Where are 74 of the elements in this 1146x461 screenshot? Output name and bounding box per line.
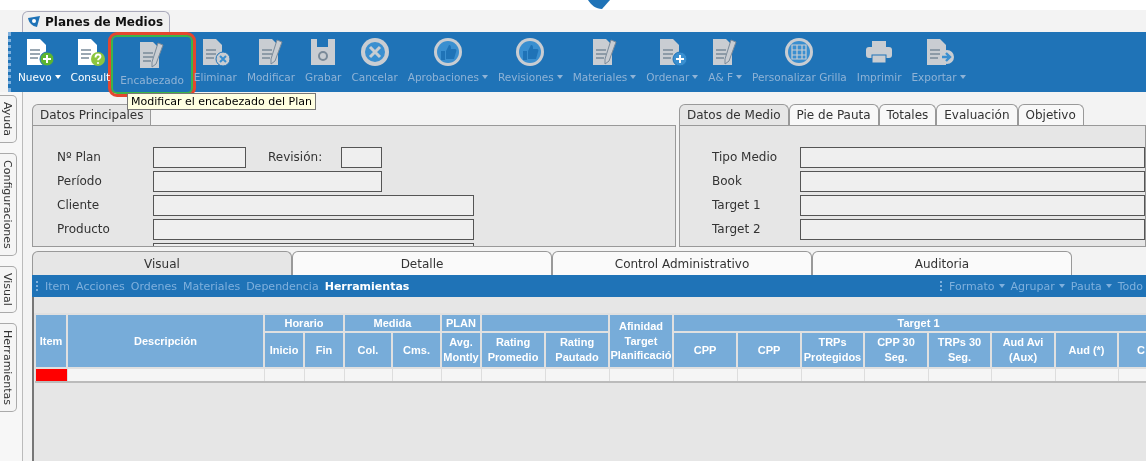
column-header[interactable]: Rating Promedio <box>481 332 545 368</box>
text-field[interactable] <box>153 218 474 240</box>
column-header[interactable]: CPP <box>673 332 737 368</box>
column-header[interactable]: Item <box>35 314 67 368</box>
column-group-header: Target 1 <box>673 314 1146 332</box>
menu-item[interactable]: Todo <box>1114 279 1146 293</box>
text-field[interactable] <box>153 170 382 192</box>
document-tab[interactable]: Planes de Medios <box>22 11 171 32</box>
column-header[interactable]: TRPs Protegidos <box>801 332 864 368</box>
menu-item[interactable]: Ordenes <box>127 279 180 293</box>
menu-item[interactable]: Acciones <box>73 279 128 293</box>
menu-item[interactable]: Formato <box>946 279 1008 293</box>
toolbar-button[interactable]: Nuevo <box>15 32 64 83</box>
column-header[interactable]: Inicio <box>264 332 304 368</box>
side-tab[interactable]: Configuraciones <box>0 153 17 256</box>
app-logo-icon <box>27 15 41 29</box>
column-header[interactable]: CPP <box>737 332 801 368</box>
tab[interactable]: Pie de Pauta <box>788 104 879 125</box>
column-header[interactable]: Aud Avi (Aux) <box>991 332 1055 368</box>
tab[interactable]: Evaluación <box>936 104 1018 125</box>
field-label: Cliente <box>56 198 101 212</box>
side-tab[interactable]: Visual <box>0 265 17 313</box>
menu-item[interactable]: Item <box>42 279 74 293</box>
logo-icon <box>588 0 610 9</box>
menu-item[interactable]: Materiales <box>179 279 244 293</box>
side-tab[interactable]: Herramientas <box>0 322 17 412</box>
thumbs-up-icon <box>431 36 464 68</box>
side-tab[interactable]: Ayuda <box>0 95 17 143</box>
field-label: Producto <box>56 222 111 236</box>
column-group-header: Horario <box>264 314 344 332</box>
field-label: Target 1 <box>711 198 762 212</box>
text-field[interactable] <box>153 146 246 168</box>
column-header[interactable]: Descripción <box>67 314 264 368</box>
column-header[interactable]: CPP 30 Seg. <box>864 332 928 368</box>
grid-icon <box>783 36 816 68</box>
field-label: Tipo Medio <box>711 150 779 164</box>
tab[interactable]: Objetivo <box>1017 104 1084 125</box>
menu-item[interactable]: Herramientas <box>321 279 413 293</box>
tab[interactable]: Datos de Medio <box>679 104 789 125</box>
tab[interactable]: Visual <box>32 251 292 275</box>
tab[interactable]: Auditoria <box>812 251 1072 275</box>
text-field[interactable] <box>153 194 474 216</box>
column-header[interactable]: Col. <box>344 332 392 368</box>
field-label: Período <box>56 174 103 188</box>
text-field[interactable] <box>800 146 1145 168</box>
text-field[interactable] <box>800 218 1145 240</box>
tab[interactable]: Control Administrativo <box>552 251 812 275</box>
text-field[interactable] <box>800 194 1145 216</box>
field-label: Revisión: <box>268 150 323 164</box>
document-tab-title: Planes de Medios <box>45 15 164 29</box>
grip-icon <box>940 281 943 291</box>
menu-item[interactable]: Agrupar <box>1007 279 1068 293</box>
column-group-header: Medida <box>344 314 441 332</box>
text-field[interactable] <box>341 146 383 168</box>
column-header[interactable]: TRPs 30 Seg. <box>928 332 991 368</box>
column-header[interactable]: Avg. Montly <box>441 332 481 368</box>
field-label: Target 2 <box>711 222 762 236</box>
thumbs-up-icon <box>514 36 547 68</box>
tab[interactable]: Totales <box>878 104 937 125</box>
text-field[interactable] <box>800 170 1145 192</box>
group-title: Datos Principales <box>32 104 152 125</box>
field-label: Book <box>711 174 743 188</box>
tab[interactable]: Detalle <box>292 251 552 275</box>
cancel-icon <box>358 36 391 68</box>
field-label: Nº Plan <box>56 150 102 164</box>
column-header[interactable]: Afinidad Target Planificació <box>609 314 673 368</box>
menu-item[interactable]: Pauta <box>1067 279 1115 293</box>
column-header[interactable]: Rating Pautado <box>545 332 609 368</box>
column-header[interactable]: Cms. <box>392 332 441 368</box>
column-header[interactable]: Aud (*) <box>1055 332 1118 368</box>
column-header[interactable]: Fin <box>304 332 344 368</box>
tooltip: Modificar el encabezado del Plan <box>127 93 317 110</box>
column-group-header: PLAN <box>441 314 481 332</box>
menu-item[interactable]: Dependencia <box>243 279 322 293</box>
